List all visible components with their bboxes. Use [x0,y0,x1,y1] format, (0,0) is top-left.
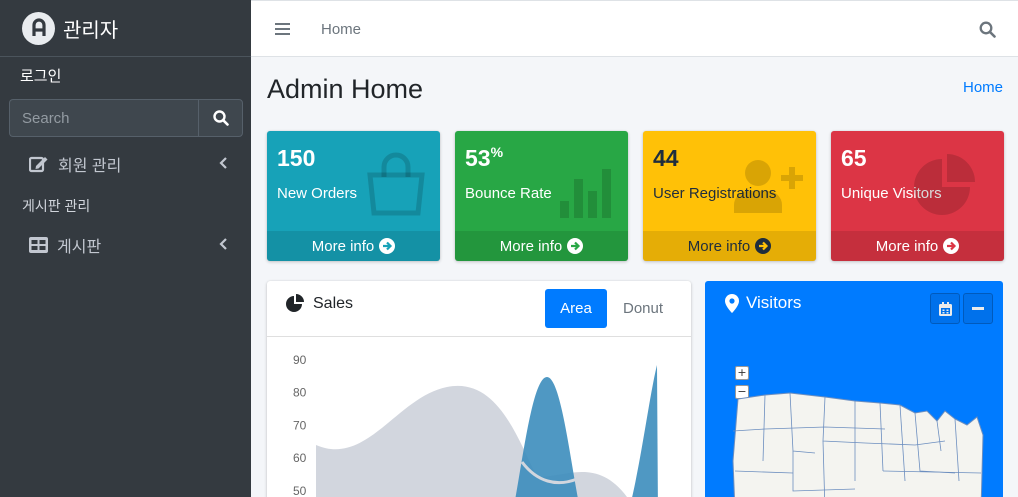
stat-box-user-registrations: 44 User Registrations More info [643,131,816,261]
map-zoom-in-button[interactable]: + [735,366,749,380]
table-icon [29,237,48,253]
y-tick-label: 50 [293,484,307,497]
brand-text: 관리자 [63,19,119,42]
date-range-button[interactable] [930,293,960,324]
area-series-gray [316,385,627,497]
stat-label: Bounce Rate [465,185,552,202]
sidebar-search-button[interactable] [198,99,243,137]
more-info-link[interactable]: More info [643,231,816,261]
pie-chart-icon [914,154,975,215]
sales-card-title: Sales [286,294,353,313]
visitors-card: Visitors + − [705,281,1003,497]
usa-map [732,392,984,497]
more-info-link[interactable]: More info [455,231,628,261]
breadcrumb-home[interactable]: Home [963,79,1003,96]
tab-donut[interactable]: Donut [612,289,674,328]
more-info-link[interactable]: More info [831,231,1004,261]
edit-icon [29,156,48,173]
stat-box-unique-visitors: 65 Unique Visitors More info [831,131,1004,261]
arrow-circle-right-icon [943,238,960,254]
stat-value: 65 [841,145,867,171]
sales-card: Sales Area Donut 90 80 70 60 50 [267,281,691,497]
y-tick-label: 70 [293,418,307,432]
collapse-button[interactable] [963,293,993,324]
calendar-icon [938,301,952,316]
brand-logo-icon [22,11,55,45]
sidebar-item-label: 게시판 [57,239,102,256]
shopping-bag-icon [367,152,425,216]
menu-icon[interactable] [275,21,291,37]
sidebar-search-input[interactable] [9,99,198,137]
sales-card-header: Sales Area Donut [267,281,691,337]
sidebar-item-member-management[interactable]: 회원 관리 [9,145,243,183]
sidebar-item-label: 회원 관리 [58,158,122,175]
arrow-circle-right-icon [567,238,584,254]
area-series-blue-2 [632,365,658,497]
navbar-home-link[interactable]: Home [321,21,361,38]
search-icon [212,110,229,126]
stat-label: New Orders [277,185,358,202]
user-plus-icon [734,160,803,213]
brand-link[interactable]: 관리자 [0,0,251,57]
more-info-link[interactable]: More info [267,231,440,261]
sales-area-chart: 90 80 70 60 50 [267,337,691,497]
tab-area[interactable]: Area [545,289,607,328]
sidebar-search [9,99,243,137]
area-series-blue-1 [515,377,578,497]
page-title: Admin Home [267,74,424,104]
pie-chart-icon [286,294,304,312]
y-tick-label: 60 [293,451,307,465]
visitors-card-title: Visitors [725,293,801,313]
login-link[interactable]: 로그인 [0,57,251,97]
top-navbar: Home [251,0,1018,57]
chevron-left-icon [219,157,227,169]
y-tick-label: 80 [293,386,307,400]
stat-value: 53% [465,144,504,171]
stat-box-bounce-rate: 53% Bounce Rate More info [455,131,628,261]
chevron-left-icon [219,238,227,250]
map-marker-icon [725,293,739,313]
sidebar-item-board[interactable]: 게시판 [9,226,243,264]
arrow-circle-right-icon [755,238,772,254]
stat-box-new-orders: 150 New Orders More info [267,131,440,261]
stat-value: 44 [653,145,679,171]
minus-icon [972,306,984,310]
arrow-circle-right-icon [379,238,396,254]
stat-value: 150 [277,145,316,171]
bar-chart-icon [560,169,611,218]
search-icon[interactable] [979,21,996,38]
sidebar-header-board-management: 게시판 관리 [22,198,91,214]
y-tick-label: 90 [293,353,307,367]
